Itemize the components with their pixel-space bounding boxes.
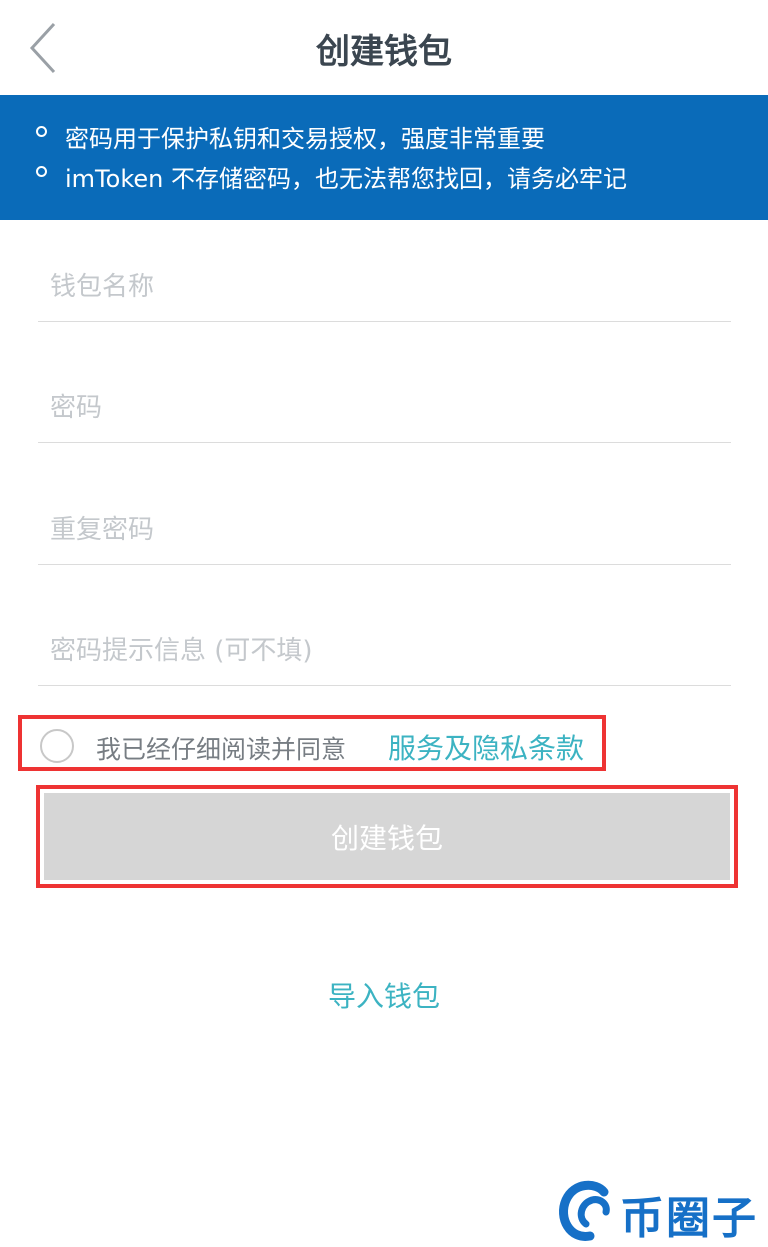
navbar: 创建钱包 <box>0 0 768 95</box>
repeat-password-input[interactable] <box>48 514 712 546</box>
agree-checkbox[interactable] <box>40 729 74 763</box>
page-title: 创建钱包 <box>316 32 452 72</box>
banner-text: imToken 不存储密码，也无法帮您找回，请务必牢记 <box>65 165 627 193</box>
terms-link[interactable]: 服务及隐私条款 <box>388 727 584 767</box>
create-wallet-button[interactable]: 创建钱包 <box>44 793 730 880</box>
banner-text: 密码用于保护私钥和交易授权，强度非常重要 <box>65 125 545 153</box>
watermark-logo: 币圈子 <box>556 1176 768 1247</box>
bullet-icon <box>36 126 47 137</box>
bullet-icon <box>36 166 47 177</box>
banner-item: 密码用于保护私钥和交易授权，强度非常重要 <box>36 119 545 154</box>
watermark-text: 币圈子 <box>620 1193 758 1244</box>
wallet-name-input[interactable] <box>48 271 712 303</box>
import-wallet-link[interactable]: 导入钱包 <box>0 975 768 1015</box>
password-hint-field <box>38 564 731 686</box>
password-hint-input[interactable] <box>48 635 712 667</box>
agreement-row: 我已经仔细阅读并同意 服务及隐私条款 <box>18 715 606 771</box>
password-input[interactable] <box>48 392 712 424</box>
banner-item: imToken 不存储密码，也无法帮您找回，请务必牢记 <box>36 159 627 194</box>
password-field <box>38 321 731 443</box>
agreement-text: 我已经仔细阅读并同意 <box>96 735 347 764</box>
wallet-name-field <box>38 200 731 322</box>
repeat-password-field <box>38 443 731 565</box>
logo-icon <box>559 1180 610 1241</box>
